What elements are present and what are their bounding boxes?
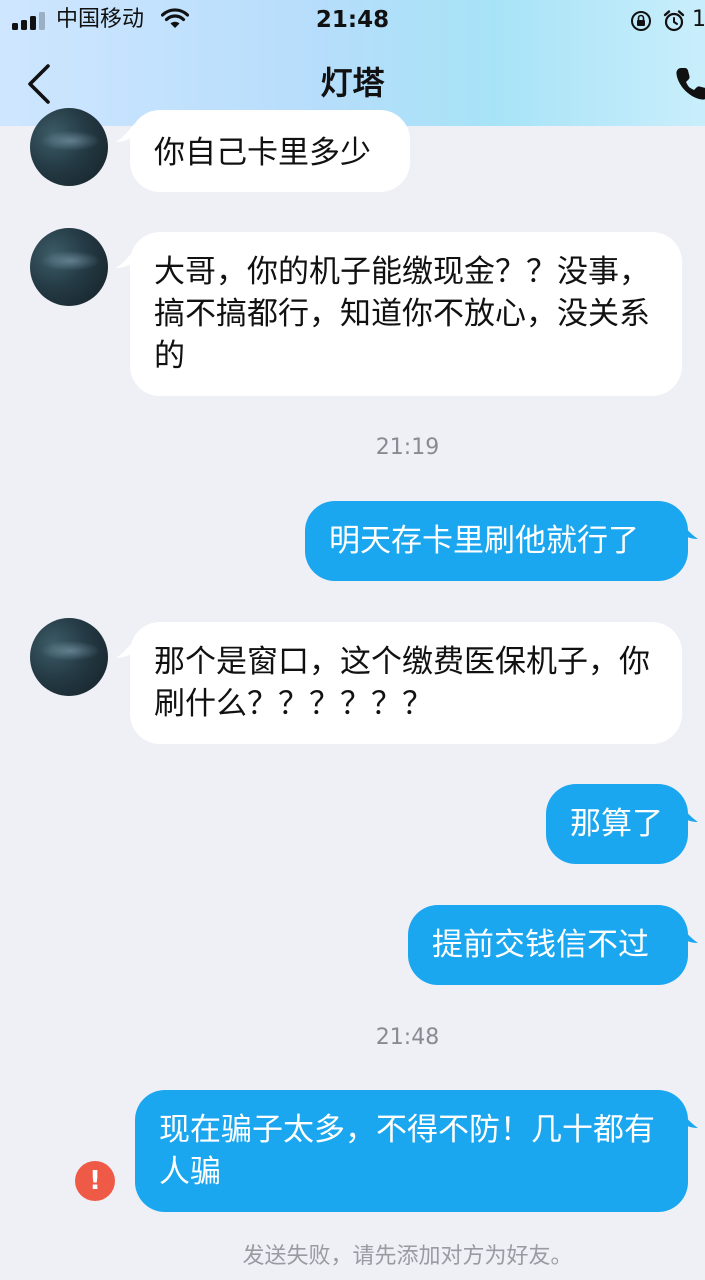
send-failed-icon[interactable]: !	[75, 1161, 115, 1201]
bubble-tail	[680, 521, 698, 539]
message-bubble-outgoing[interactable]: 提前交钱信不过	[408, 905, 688, 985]
contact-avatar[interactable]	[30, 228, 108, 306]
bubble-tail	[680, 804, 698, 822]
message-timestamp: 21:19	[375, 435, 440, 460]
bubble-tail	[680, 1110, 698, 1128]
message-bubble-incoming[interactable]: 你自己卡里多少	[130, 110, 410, 192]
message-bubble-outgoing[interactable]: 那算了	[546, 784, 688, 864]
message-timestamp: 21:48	[375, 1025, 440, 1050]
message-list[interactable]: 你自己卡里多少 大哥，你的机子能缴现金？？没事，搞不搞都行，知道你不放心，没关系…	[0, 0, 705, 1280]
message-bubble-outgoing[interactable]: 明天存卡里刷他就行了	[305, 501, 688, 581]
message-bubble-outgoing[interactable]: 现在骗子太多，不得不防！几十都有人骗	[135, 1090, 688, 1212]
message-bubble-incoming[interactable]: 大哥，你的机子能缴现金？？没事，搞不搞都行，知道你不放心，没关系的	[130, 232, 682, 396]
contact-avatar[interactable]	[30, 108, 108, 186]
message-bubble-incoming[interactable]: 那个是窗口，这个缴费医保机子，你刷什么？？？？？？	[130, 622, 682, 744]
send-failed-notice: 发送失败，请先添加对方为好友。	[242, 1244, 573, 1269]
bubble-tail	[680, 925, 698, 943]
contact-avatar[interactable]	[30, 618, 108, 696]
